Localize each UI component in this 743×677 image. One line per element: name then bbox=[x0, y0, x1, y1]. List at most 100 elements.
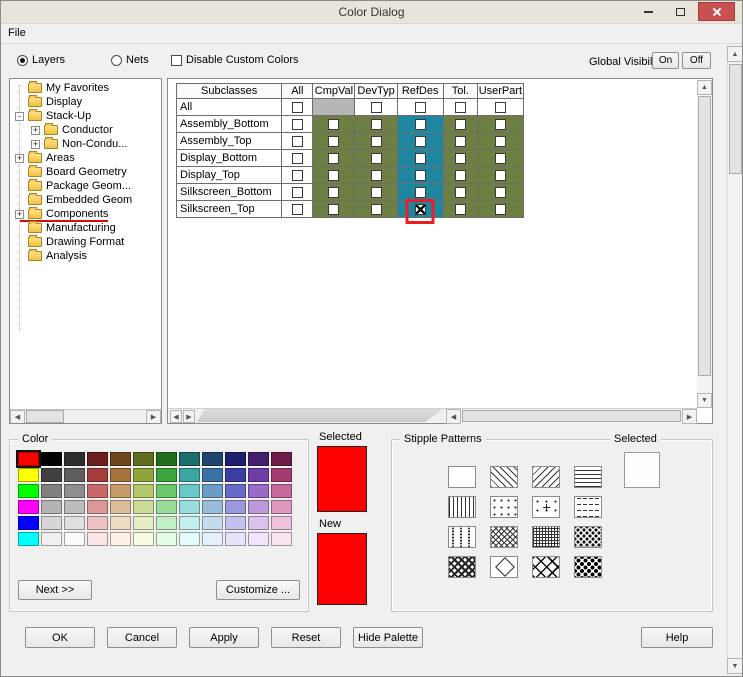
checkbox[interactable] bbox=[328, 119, 339, 130]
cell-silkscreen-bottom-all[interactable] bbox=[282, 184, 313, 201]
tree-item-areas[interactable]: +Areas bbox=[10, 151, 161, 165]
color-swatch[interactable] bbox=[87, 532, 108, 546]
table-hscroll-track[interactable] bbox=[461, 409, 682, 424]
cell-silkscreen-top-devtyp[interactable] bbox=[355, 201, 397, 218]
cell-display-bottom-all[interactable] bbox=[282, 150, 313, 167]
dialog-scroll-down-button[interactable]: ▼ bbox=[727, 658, 743, 674]
cell-silkscreen-top-refdes[interactable] bbox=[397, 201, 443, 218]
reset-button[interactable]: Reset bbox=[271, 627, 341, 648]
dialog-vscroll-thumb[interactable] bbox=[729, 64, 742, 174]
color-swatch[interactable] bbox=[271, 500, 292, 514]
color-swatch[interactable] bbox=[156, 484, 177, 498]
color-swatch[interactable] bbox=[271, 516, 292, 530]
nets-radio[interactable]: Nets bbox=[111, 54, 149, 66]
stipple-pattern-diamond-hatch[interactable] bbox=[490, 526, 518, 548]
checkbox[interactable] bbox=[292, 136, 303, 147]
color-swatch[interactable] bbox=[87, 468, 108, 482]
hide-palette-button[interactable]: Hide Palette bbox=[353, 627, 423, 648]
color-swatch[interactable] bbox=[64, 516, 85, 530]
cell-all-refdes[interactable] bbox=[397, 99, 443, 116]
color-swatch[interactable] bbox=[18, 484, 39, 498]
collapse-icon[interactable]: - bbox=[15, 112, 24, 121]
dialog-vscroll-track[interactable] bbox=[727, 62, 743, 658]
tree-hscrollbar[interactable]: ◀ ▶ bbox=[10, 409, 161, 423]
stipple-pattern-solid[interactable] bbox=[448, 466, 476, 488]
color-swatch[interactable] bbox=[202, 516, 223, 530]
expand-icon[interactable]: + bbox=[15, 154, 24, 163]
checkbox[interactable] bbox=[371, 119, 382, 130]
color-swatch[interactable] bbox=[110, 468, 131, 482]
color-swatch[interactable] bbox=[202, 452, 223, 466]
cell-display-bottom-cmpval[interactable] bbox=[313, 150, 355, 167]
stipple-pattern-polka-dots[interactable] bbox=[574, 526, 602, 548]
color-swatch[interactable] bbox=[64, 532, 85, 546]
color-swatch[interactable] bbox=[110, 516, 131, 530]
checkbox[interactable] bbox=[328, 170, 339, 181]
checkbox[interactable] bbox=[371, 204, 382, 215]
next-button[interactable]: Next >> bbox=[18, 580, 92, 600]
global-on-button[interactable]: On bbox=[652, 52, 679, 69]
table-scroll-right-button[interactable]: ▶ bbox=[682, 409, 697, 424]
checkbox[interactable] bbox=[415, 119, 426, 130]
checkbox[interactable] bbox=[455, 102, 466, 113]
tab-scroll-left-button[interactable]: ◀ bbox=[170, 410, 182, 423]
cell-display-top-cmpval[interactable] bbox=[313, 167, 355, 184]
color-swatch[interactable] bbox=[225, 500, 246, 514]
color-swatch[interactable] bbox=[271, 468, 292, 482]
color-swatch[interactable] bbox=[133, 484, 154, 498]
color-swatch[interactable] bbox=[156, 468, 177, 482]
checkbox[interactable] bbox=[415, 187, 426, 198]
color-swatch[interactable] bbox=[271, 532, 292, 546]
cell-assembly-bottom-refdes[interactable] bbox=[397, 116, 443, 133]
maximize-button[interactable] bbox=[666, 2, 695, 21]
color-swatch[interactable] bbox=[179, 500, 200, 514]
checkbox[interactable] bbox=[328, 136, 339, 147]
color-swatch[interactable] bbox=[18, 468, 39, 482]
cell-display-bottom-refdes[interactable] bbox=[397, 150, 443, 167]
tree-item-drawing-format[interactable]: Drawing Format bbox=[10, 235, 161, 249]
cancel-button[interactable]: Cancel bbox=[107, 627, 177, 648]
color-swatch-selected[interactable] bbox=[18, 452, 39, 466]
color-swatch[interactable] bbox=[133, 468, 154, 482]
color-swatch[interactable] bbox=[202, 532, 223, 546]
checkbox[interactable] bbox=[415, 153, 426, 164]
sheet-tab[interactable] bbox=[197, 409, 443, 422]
dialog-vscrollbar[interactable]: ▲ ▼ bbox=[727, 46, 743, 674]
cell-display-bottom-devtyp[interactable] bbox=[355, 150, 397, 167]
tree-scroll-right-button[interactable]: ▶ bbox=[146, 410, 161, 424]
checkbox[interactable] bbox=[455, 153, 466, 164]
cell-assembly-top-tol[interactable] bbox=[443, 133, 477, 150]
checkbox[interactable] bbox=[495, 204, 506, 215]
stipple-pattern-vertical-lines[interactable] bbox=[448, 496, 476, 518]
cell-silkscreen-bottom-tol[interactable] bbox=[443, 184, 477, 201]
cell-assembly-top-all[interactable] bbox=[282, 133, 313, 150]
table-vscrollbar[interactable]: ▲ ▼ bbox=[697, 80, 712, 408]
menu-file[interactable]: File bbox=[1, 24, 33, 42]
color-swatch[interactable] bbox=[64, 500, 85, 514]
color-swatch[interactable] bbox=[225, 452, 246, 466]
color-swatch[interactable] bbox=[156, 500, 177, 514]
cell-all-all[interactable] bbox=[282, 99, 313, 116]
checkbox[interactable] bbox=[455, 187, 466, 198]
cell-all-userpart[interactable] bbox=[477, 99, 523, 116]
minimize-button[interactable] bbox=[634, 2, 663, 21]
stipple-pattern-dots-sparse[interactable] bbox=[490, 496, 518, 518]
color-swatch[interactable] bbox=[179, 468, 200, 482]
color-swatch[interactable] bbox=[41, 468, 62, 482]
color-swatch[interactable] bbox=[64, 452, 85, 466]
table-vscroll-track[interactable] bbox=[697, 95, 712, 393]
titlebar[interactable]: Color Dialog bbox=[1, 1, 742, 24]
tree-item-package-geom[interactable]: Package Geom... bbox=[10, 179, 161, 193]
tree-item-analysis[interactable]: Analysis bbox=[10, 249, 161, 263]
stipple-pattern-checker-diamond[interactable] bbox=[448, 556, 476, 578]
table-hscroll-thumb[interactable] bbox=[462, 410, 681, 422]
color-swatch[interactable] bbox=[87, 484, 108, 498]
checkbox[interactable] bbox=[371, 187, 382, 198]
color-swatch[interactable] bbox=[179, 532, 200, 546]
color-swatch[interactable] bbox=[41, 452, 62, 466]
cell-assembly-bottom-userpart[interactable] bbox=[477, 116, 523, 133]
expand-icon[interactable]: + bbox=[31, 126, 40, 135]
color-swatch[interactable] bbox=[225, 484, 246, 498]
cell-silkscreen-top-cmpval[interactable] bbox=[313, 201, 355, 218]
stipple-pattern-grid-dense[interactable] bbox=[532, 526, 560, 548]
